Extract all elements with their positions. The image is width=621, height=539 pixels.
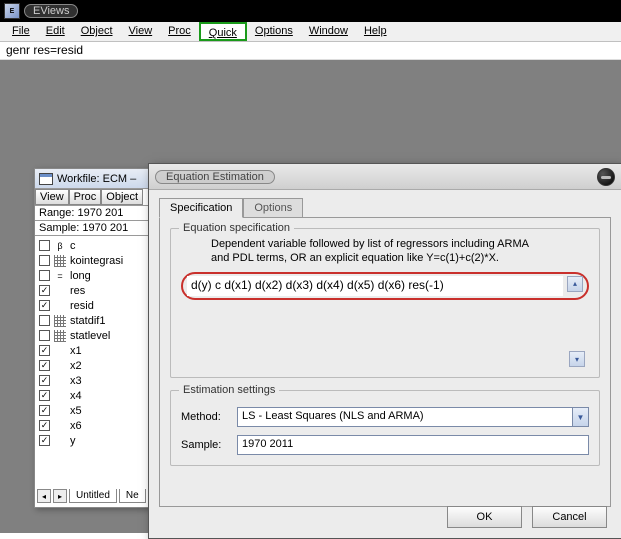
checkbox-icon[interactable] xyxy=(39,375,50,386)
menu-quick[interactable]: Quick xyxy=(199,22,247,41)
checkbox-icon[interactable] xyxy=(39,300,50,311)
method-label: Method: xyxy=(181,411,229,423)
command-input[interactable]: genr res=resid xyxy=(0,42,621,60)
equation-estimation-dialog: Equation Estimation Specification Option… xyxy=(148,163,621,539)
main-title-bar: E EViews xyxy=(0,0,621,22)
checkbox-icon[interactable] xyxy=(39,420,50,431)
workfile-item-label: x1 xyxy=(70,345,82,357)
chevron-down-icon[interactable]: ▼ xyxy=(572,408,588,426)
workfile-item-label: x2 xyxy=(70,360,82,372)
tab-page-specification: Equation specification Dependent variabl… xyxy=(159,217,611,507)
app-title: EViews xyxy=(24,4,78,18)
estimation-settings-group: Estimation settings Method: LS - Least S… xyxy=(170,390,600,466)
workfile-item-label: y xyxy=(70,435,76,447)
checkbox-icon[interactable] xyxy=(39,330,50,341)
method-value: LS - Least Squares (NLS and ARMA) xyxy=(238,408,572,426)
workfile-icon xyxy=(39,173,53,185)
coef-icon: β xyxy=(54,240,66,252)
dialog-title-text: Equation Estimation xyxy=(155,170,275,184)
series-icon xyxy=(54,345,66,357)
series-icon xyxy=(54,390,66,402)
menu-options[interactable]: Options xyxy=(247,22,301,41)
workfile-view-button[interactable]: View xyxy=(35,189,69,205)
method-combobox[interactable]: LS - Least Squares (NLS and ARMA) ▼ xyxy=(237,407,589,427)
workfile-item-label: statdif1 xyxy=(70,315,105,327)
tab-specification[interactable]: Specification xyxy=(159,198,243,218)
workfile-item-label: kointegrasi xyxy=(70,255,123,267)
series-icon xyxy=(54,285,66,297)
series-icon xyxy=(54,420,66,432)
workfile-proc-button[interactable]: Proc xyxy=(69,189,102,205)
equation-input-highlight: d(y) c d(x1) d(x2) d(x3) d(x4) d(x5) d(x… xyxy=(181,272,589,300)
workfile-item-label: c xyxy=(70,240,76,252)
menu-proc[interactable]: Proc xyxy=(160,22,199,41)
scroll-down-icon[interactable]: ▾ xyxy=(569,351,585,367)
tab-nav-first-icon[interactable]: ◂ xyxy=(37,489,51,503)
sample-input[interactable]: 1970 2011 xyxy=(237,435,589,455)
cancel-button[interactable]: Cancel xyxy=(532,506,607,528)
equation-spec-description: Dependent variable followed by list of r… xyxy=(181,237,589,266)
workfile-tab-untitled[interactable]: Untitled xyxy=(69,489,117,503)
checkbox-icon[interactable] xyxy=(39,255,50,266)
dialog-title-bar[interactable]: Equation Estimation xyxy=(149,164,621,190)
table-icon xyxy=(54,255,66,267)
equation-specification-group: Equation specification Dependent variabl… xyxy=(170,228,600,378)
checkbox-icon[interactable] xyxy=(39,360,50,371)
ok-button[interactable]: OK xyxy=(447,506,522,528)
series-icon xyxy=(54,360,66,372)
workfile-item-label: x6 xyxy=(70,420,82,432)
workfile-title-text: Workfile: ECM – xyxy=(57,173,136,185)
workfile-item-label: long xyxy=(70,270,91,282)
checkbox-icon[interactable] xyxy=(39,345,50,356)
series-icon xyxy=(54,435,66,447)
checkbox-icon[interactable] xyxy=(39,240,50,251)
workfile-item-label: res xyxy=(70,285,85,297)
checkbox-icon[interactable] xyxy=(39,390,50,401)
workfile-object-button[interactable]: Object xyxy=(101,189,143,205)
workfile-item-label: statlevel xyxy=(70,330,110,342)
checkbox-icon[interactable] xyxy=(39,405,50,416)
series-icon xyxy=(54,300,66,312)
checkbox-icon[interactable] xyxy=(39,270,50,281)
equation-icon: = xyxy=(54,270,66,282)
menu-file[interactable]: File xyxy=(4,22,38,41)
table-icon xyxy=(54,315,66,327)
scroll-up-icon[interactable]: ▴ xyxy=(567,276,583,292)
menu-window[interactable]: Window xyxy=(301,22,356,41)
menu-help[interactable]: Help xyxy=(356,22,395,41)
dialog-help-icon[interactable] xyxy=(597,168,615,186)
dialog-tab-strip: Specification Options xyxy=(149,190,621,217)
checkbox-icon[interactable] xyxy=(39,315,50,326)
menu-edit[interactable]: Edit xyxy=(38,22,73,41)
workspace: Workfile: ECM – View Proc Object Range: … xyxy=(0,60,621,533)
workfile-item-label: resid xyxy=(70,300,94,312)
checkbox-icon[interactable] xyxy=(39,435,50,446)
menu-object[interactable]: Object xyxy=(73,22,121,41)
menu-bar: File Edit Object View Proc Quick Options… xyxy=(0,22,621,42)
dialog-button-row: OK Cancel xyxy=(447,506,607,528)
tab-options[interactable]: Options xyxy=(243,198,303,217)
series-icon xyxy=(54,405,66,417)
workfile-item-label: x3 xyxy=(70,375,82,387)
equation-spec-group-label: Equation specification xyxy=(179,222,294,234)
tab-nav-prev-icon[interactable]: ▸ xyxy=(53,489,67,503)
equation-input[interactable]: d(y) c d(x1) d(x2) d(x3) d(x4) d(x5) d(x… xyxy=(187,276,563,296)
estimation-settings-group-label: Estimation settings xyxy=(179,384,279,396)
table-icon xyxy=(54,330,66,342)
workfile-item-label: x5 xyxy=(70,405,82,417)
series-icon xyxy=(54,375,66,387)
sample-label: Sample: xyxy=(181,439,229,451)
workfile-item-label: x4 xyxy=(70,390,82,402)
app-icon: E xyxy=(4,3,20,19)
workfile-tab-new[interactable]: Ne xyxy=(119,489,146,503)
checkbox-icon[interactable] xyxy=(39,285,50,296)
menu-view[interactable]: View xyxy=(121,22,161,41)
